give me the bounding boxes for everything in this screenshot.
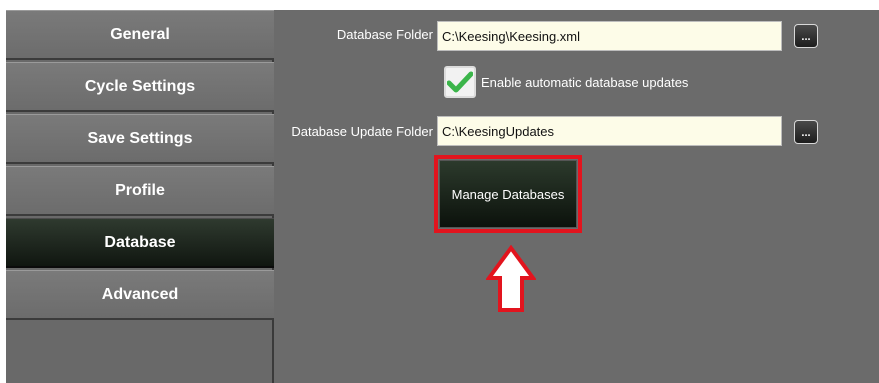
database-folder-field[interactable]: C:\Keesing\Keesing.xml bbox=[437, 21, 782, 51]
auto-update-checkbox[interactable] bbox=[444, 66, 476, 98]
update-folder-field[interactable]: C:\KeesingUpdates bbox=[437, 116, 782, 146]
sidebar-item-save-settings[interactable]: Save Settings bbox=[6, 114, 274, 164]
manage-databases-button[interactable]: Manage Databases bbox=[439, 160, 577, 228]
database-folder-browse-button[interactable]: ... bbox=[794, 24, 818, 48]
sidebar-item-database[interactable]: Database bbox=[6, 218, 274, 268]
database-folder-label: Database Folder bbox=[336, 27, 433, 42]
sidebar-item-cycle-settings[interactable]: Cycle Settings bbox=[6, 62, 274, 112]
database-settings-panel: Database Folder C:\Keesing\Keesing.xml .… bbox=[274, 10, 879, 383]
sidebar-item-advanced[interactable]: Advanced bbox=[6, 270, 274, 320]
checkmark-icon bbox=[447, 71, 473, 93]
up-arrow-icon bbox=[486, 245, 536, 312]
sidebar-item-profile[interactable]: Profile bbox=[6, 166, 274, 216]
window-top-border bbox=[0, 0, 879, 10]
update-folder-label: Database Update Folder bbox=[291, 124, 433, 139]
auto-update-label: Enable automatic database updates bbox=[481, 75, 689, 90]
settings-sidebar: General Cycle Settings Save Settings Pro… bbox=[6, 10, 274, 383]
sidebar-item-general[interactable]: General bbox=[6, 10, 274, 60]
update-folder-browse-button[interactable]: ... bbox=[794, 120, 818, 144]
